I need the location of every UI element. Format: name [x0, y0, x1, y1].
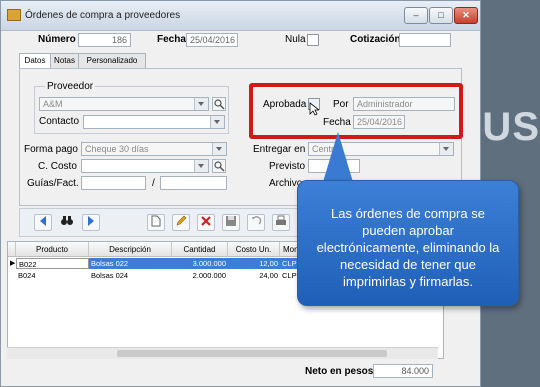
neto-label: Neto en pesos [305, 366, 374, 377]
col-cantidad[interactable]: Cantidad [172, 242, 228, 257]
chevron-down-icon [212, 143, 226, 155]
contacto-label: Contacto [39, 116, 80, 127]
close-button[interactable]: ✕ [454, 7, 478, 24]
binoculars-icon [61, 216, 73, 225]
print-button[interactable] [272, 214, 290, 231]
search-icon [214, 99, 225, 110]
cotizacion-label: Cotización [350, 34, 401, 45]
chevron-down-icon [210, 116, 224, 128]
save-button[interactable] [222, 214, 240, 231]
nav-prev-icon [40, 216, 46, 226]
delete-button[interactable] [197, 214, 215, 231]
numero-field[interactable]: 186 [78, 33, 131, 47]
col-descripcion[interactable]: Descripción [89, 242, 172, 257]
chevron-down-icon [194, 98, 208, 110]
undo-button[interactable] [247, 214, 265, 231]
fecha-field[interactable]: 25/04/2016 [186, 33, 238, 47]
descripcion-cell[interactable]: Bolsas 024 [89, 270, 172, 281]
maximize-button[interactable]: □ [429, 7, 453, 24]
costo-search-button[interactable] [212, 159, 226, 173]
delete-icon [201, 216, 211, 226]
horizontal-scrollbar[interactable] [7, 347, 438, 359]
minimize-button[interactable]: – [404, 7, 428, 24]
approval-highlight-box [249, 83, 463, 139]
costo-cell[interactable]: 12,00 [228, 258, 280, 269]
guias-separator: / [152, 178, 155, 189]
tooltip-pointer [323, 132, 353, 182]
proveedor-search-button[interactable] [212, 97, 226, 111]
col-producto[interactable]: Producto [16, 242, 89, 257]
info-tooltip: Las órdenes de compra se pueden aprobar … [297, 180, 519, 306]
chevron-down-icon [439, 143, 453, 155]
row-selector-icon: ▶ [8, 258, 16, 269]
costo-cell[interactable]: 24,00 [228, 270, 280, 281]
tab-notas[interactable]: Notas [50, 53, 79, 69]
descripcion-cell[interactable]: Bolsas 022 [89, 258, 172, 269]
window-title: Órdenes de compra a proveedores [25, 10, 181, 21]
forma-pago-label: Forma pago [24, 144, 78, 155]
costo-label: C. Costo [38, 161, 77, 172]
producto-cell[interactable]: B024 [16, 270, 89, 281]
contacto-select[interactable] [83, 115, 225, 129]
neto-field: 84.000 [373, 364, 433, 378]
save-icon [226, 216, 236, 226]
tab-personalizado[interactable]: Personalizado [78, 53, 146, 69]
costo-select[interactable] [81, 159, 209, 173]
prev-button[interactable] [34, 214, 52, 231]
proveedor-label: Proveedor [45, 81, 96, 92]
producto-cell[interactable]: B022 [16, 258, 89, 269]
proveedor-select[interactable]: A&M [39, 97, 209, 111]
entregar-label: Entregar en [253, 144, 306, 155]
nula-checkbox[interactable] [307, 34, 319, 46]
undo-icon [252, 216, 262, 225]
numero-label: Número [38, 34, 76, 45]
cantidad-cell[interactable]: 3.000.000 [172, 258, 228, 269]
guias-label: Guías/Fact. [27, 178, 79, 189]
title-bar: Órdenes de compra a proveedores – □ ✕ [1, 1, 480, 31]
previsto-label: Previsto [269, 161, 306, 172]
new-button[interactable] [147, 214, 165, 231]
fecha-label: Fecha [157, 34, 186, 45]
cotizacion-field[interactable] [399, 33, 451, 47]
forma-pago-select[interactable]: Cheque 30 días [81, 142, 227, 156]
print-icon [276, 215, 286, 225]
edit-button[interactable] [172, 214, 190, 231]
new-icon [151, 215, 161, 227]
col-costo[interactable]: Costo Un. [228, 242, 280, 257]
find-button[interactable] [58, 214, 76, 231]
scrollbar-thumb[interactable] [117, 350, 387, 357]
nav-next-icon [88, 216, 94, 226]
next-button[interactable] [82, 214, 100, 231]
cantidad-cell[interactable]: 2.000.000 [172, 270, 228, 281]
nula-label: Nula [285, 34, 306, 45]
chevron-down-icon [194, 160, 208, 172]
guias-field-1[interactable] [81, 176, 146, 190]
proveedor-value: A&M [43, 99, 63, 109]
search-icon [214, 161, 225, 172]
row-header-corner [8, 242, 16, 257]
app-icon [7, 9, 21, 21]
guias-field-2[interactable] [160, 176, 227, 190]
edit-icon [176, 215, 187, 226]
